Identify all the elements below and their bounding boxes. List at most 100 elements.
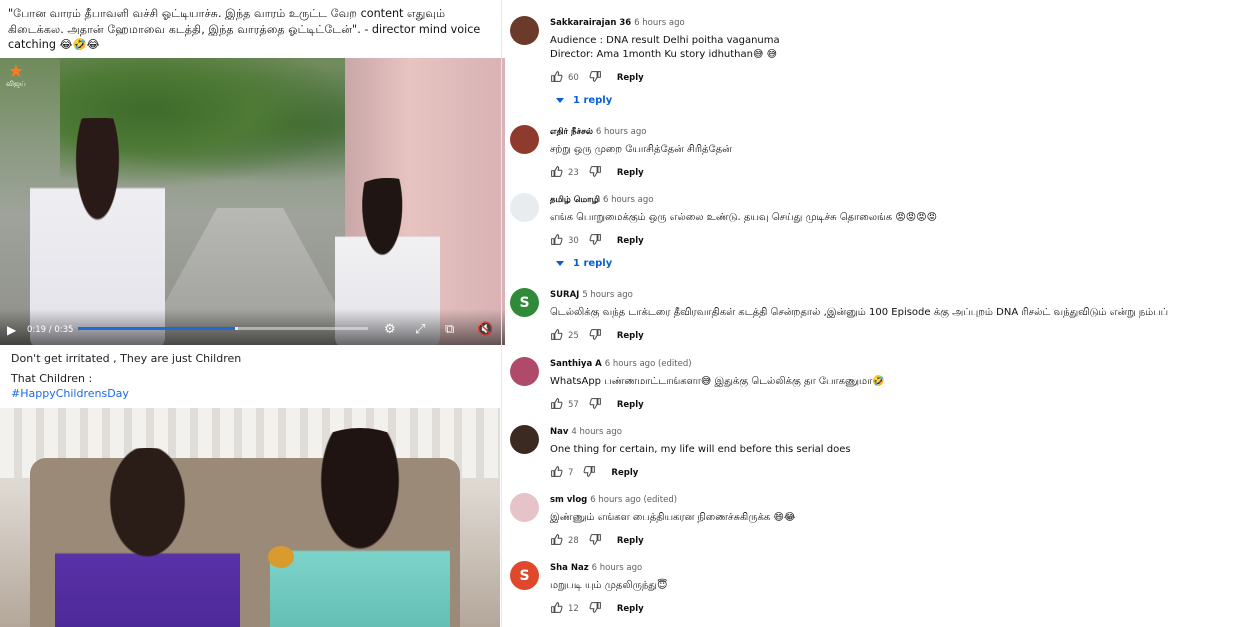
comment-text: மறுபடி யும் முதலிருந்து😇	[550, 580, 668, 591]
comment-author[interactable]: SURAJ	[550, 290, 579, 300]
comment-author[interactable]: எதிர் நீச்சல்	[550, 127, 593, 137]
like-icon[interactable]	[550, 70, 563, 86]
reply-button[interactable]: Reply	[617, 604, 644, 614]
channel-logo: ★ விஜய்	[6, 61, 26, 89]
like-icon[interactable]	[550, 328, 563, 344]
comment-actions: 23 Reply	[550, 165, 644, 181]
comment-text: சற்று ஒரு முறை யோசித்தேன் சிரித்தேன்	[550, 144, 732, 155]
avatar-letter: S	[519, 294, 530, 311]
post2-text: Don't get irritated , They are just Chil…	[11, 352, 242, 365]
volume-muted-icon[interactable]: 🔇	[477, 322, 493, 337]
comment-actions: 57 Reply	[550, 397, 644, 413]
comments-section: Sakkarairajan 36 6 hours ago Audience : D…	[501, 0, 1260, 627]
like-icon[interactable]	[550, 533, 563, 549]
video-time: 0:19 / 0:35	[27, 325, 74, 335]
play-icon[interactable]: ▶	[7, 323, 16, 337]
like-icon[interactable]	[550, 397, 563, 413]
comment-time[interactable]: 6 hours ago	[603, 195, 654, 205]
view-replies-button[interactable]: 1 reply	[556, 95, 612, 106]
video-controls: ▶ 0:19 / 0:35 ⚙ ⤢ ⧉ 🔇	[0, 309, 505, 345]
post2-image	[0, 408, 500, 627]
photo-child-right	[270, 428, 450, 627]
reply-button[interactable]: Reply	[617, 400, 644, 410]
comment-time[interactable]: 6 hours ago (edited)	[590, 495, 677, 505]
avatar[interactable]	[510, 493, 539, 522]
comment-text: One thing for certain, my life will end …	[550, 444, 851, 455]
comment-time[interactable]: 6 hours ago	[596, 127, 647, 137]
dislike-icon[interactable]	[589, 533, 602, 549]
avatar[interactable]	[510, 357, 539, 386]
comment-actions: 12 Reply	[550, 601, 644, 617]
like-count: 57	[568, 400, 579, 410]
reply-button[interactable]: Reply	[611, 468, 638, 478]
like-count: 12	[568, 604, 579, 614]
comment-text: Director: Ama 1month Ku story idhuthan😅 …	[550, 49, 778, 60]
comment-time[interactable]: 6 hours ago	[634, 18, 685, 28]
view-replies-button[interactable]: 1 reply	[556, 258, 612, 269]
reply-button[interactable]: Reply	[617, 168, 644, 178]
comment-header: எதிர் நீச்சல் 6 hours ago	[550, 127, 646, 138]
post2-subtext: That Children :	[11, 372, 93, 385]
comment-header: Sha Naz 6 hours ago	[550, 563, 642, 573]
avatar[interactable]	[510, 193, 539, 222]
like-icon[interactable]	[550, 601, 563, 617]
comment-time[interactable]: 5 hours ago	[582, 290, 633, 300]
comment-header: தமிழ் மொழி 6 hours ago	[550, 195, 653, 206]
left-column: "போன வாரம் தீபாவளி வச்சி ஓட்டியாச்சு. இந…	[0, 0, 505, 627]
comment-actions: 28 Reply	[550, 533, 644, 549]
reply-button[interactable]: Reply	[617, 536, 644, 546]
avatar[interactable]	[510, 16, 539, 45]
comment-text: Audience : DNA result Delhi poitha vagan…	[550, 35, 780, 46]
like-icon[interactable]	[550, 465, 563, 481]
dislike-icon[interactable]	[589, 70, 602, 86]
like-icon[interactable]	[550, 233, 563, 249]
comment-author[interactable]: sm vlog	[550, 495, 587, 505]
dislike-icon[interactable]	[589, 601, 602, 617]
photo-child-left	[55, 448, 240, 627]
replies-count: 1 reply	[573, 95, 613, 106]
reply-button[interactable]: Reply	[617, 236, 644, 246]
dislike-icon[interactable]	[589, 397, 602, 413]
dislike-icon[interactable]	[589, 233, 602, 249]
comment-author[interactable]: Santhiya A	[550, 359, 602, 369]
avatar[interactable]: S	[510, 288, 539, 317]
avatar[interactable]: S	[510, 561, 539, 590]
channel-logo-text: விஜய்	[6, 80, 26, 88]
comment-header: sm vlog 6 hours ago (edited)	[550, 495, 677, 505]
hashtag-link[interactable]: #HappyChildrensDay	[11, 387, 129, 400]
progress-bar[interactable]	[78, 327, 368, 330]
like-count: 60	[568, 73, 579, 83]
reply-button[interactable]: Reply	[617, 331, 644, 341]
dislike-icon[interactable]	[589, 165, 602, 181]
chevron-down-icon	[556, 261, 564, 266]
photo-snack	[268, 546, 294, 568]
dislike-icon[interactable]	[589, 328, 602, 344]
like-count: 7	[568, 468, 574, 478]
comment-header: SURAJ 5 hours ago	[550, 290, 633, 300]
comment-text: எங்க பொறுமைக்கும் ஒரு எல்லை உண்டு. தயவு …	[550, 212, 938, 223]
post-caption: "போன வாரம் தீபாவளி வச்சி ஓட்டியாச்சு. இந…	[8, 7, 481, 51]
pip-icon[interactable]: ⧉	[445, 322, 454, 337]
like-icon[interactable]	[550, 165, 563, 181]
comment-author[interactable]: Sha Naz	[550, 563, 589, 573]
star-icon: ★	[7, 61, 24, 82]
comment-author[interactable]: Sakkarairajan 36	[550, 18, 631, 28]
avatar[interactable]	[510, 125, 539, 154]
avatar[interactable]	[510, 425, 539, 454]
dislike-icon[interactable]	[583, 465, 596, 481]
reply-button[interactable]: Reply	[617, 73, 644, 83]
fullscreen-icon[interactable]: ⤢	[415, 322, 425, 337]
comment-actions: 25 Reply	[550, 328, 644, 344]
like-count: 30	[568, 236, 579, 246]
comment-author[interactable]: Nav	[550, 427, 568, 437]
settings-icon[interactable]: ⚙	[384, 322, 396, 337]
video-player[interactable]: ★ விஜய் ▶ 0:19 / 0:35 ⚙ ⤢ ⧉ 🔇	[0, 58, 505, 345]
comment-time[interactable]: 4 hours ago	[571, 427, 622, 437]
like-count: 23	[568, 168, 579, 178]
progress-fill	[78, 327, 236, 330]
comment-header: Nav 4 hours ago	[550, 427, 622, 437]
comment-actions: 30 Reply	[550, 233, 644, 249]
comment-time[interactable]: 6 hours ago (edited)	[605, 359, 692, 369]
comment-author[interactable]: தமிழ் மொழி	[550, 195, 600, 205]
comment-time[interactable]: 6 hours ago	[592, 563, 643, 573]
